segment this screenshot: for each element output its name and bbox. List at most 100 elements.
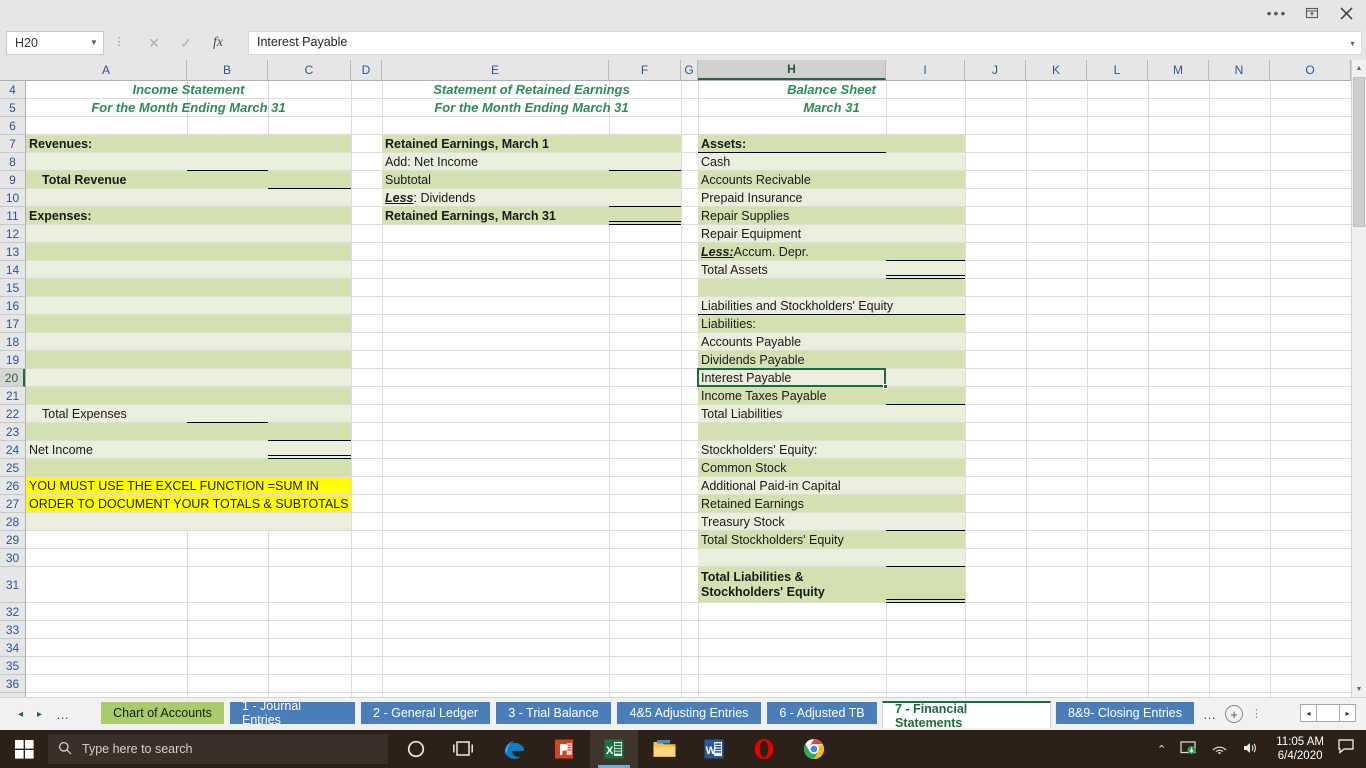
cell-accounts-receivable[interactable]: Accounts Recivable <box>698 171 886 188</box>
confirm-entry-icon[interactable]: ✓ <box>172 31 200 55</box>
row-header-12[interactable]: 12 <box>0 225 25 243</box>
row-header-4[interactable]: 4 <box>0 81 25 99</box>
expand-formula-bar-icon[interactable]: ▾ <box>1344 31 1362 55</box>
row-header-22[interactable]: 22 <box>0 405 25 423</box>
row-header-8[interactable]: 8 <box>0 153 25 171</box>
task-view-icon[interactable] <box>440 730 488 768</box>
hscroll-right-icon[interactable]: ▸ <box>1339 704 1356 722</box>
row-header-13[interactable]: 13 <box>0 243 25 261</box>
start-button-icon[interactable] <box>0 730 48 768</box>
cell-subtotal[interactable]: Subtotal <box>382 171 609 188</box>
cell-total-stockholders-equity[interactable]: Total Stockholders' Equity <box>698 531 886 548</box>
cell-retained-earnings-title[interactable]: Statement of Retained Earnings <box>382 81 681 98</box>
cell-less-accum-depr[interactable]: Less: Accum. Depr. <box>698 243 886 260</box>
sheet-tab-1-journal-entries[interactable]: 1 - Journal Entries <box>229 701 356 725</box>
row-header-31[interactable]: 31 <box>0 567 25 603</box>
row-header-10[interactable]: 10 <box>0 189 25 207</box>
cell-total-liabilities-and-se[interactable]: Total Liabilities & Stockholders' Equity <box>698 567 886 602</box>
column-header-b[interactable]: B <box>187 60 268 80</box>
row-header-5[interactable]: 5 <box>0 99 25 117</box>
column-header-g[interactable]: G <box>681 60 698 80</box>
sheet-tab-3-trial-balance[interactable]: 3 - Trial Balance <box>495 701 612 725</box>
column-header-d[interactable]: D <box>351 60 382 80</box>
column-header-c[interactable]: C <box>268 60 351 80</box>
row-header-14[interactable]: 14 <box>0 261 25 279</box>
fill-handle[interactable] <box>883 384 888 389</box>
cell-retained-earnings[interactable]: Retained Earnings <box>698 495 886 512</box>
volume-icon[interactable] <box>1235 741 1266 758</box>
sheet-tab-6-adjusted-tb[interactable]: 6 - Adjusted TB <box>766 701 878 725</box>
row-header-16[interactable]: 16 <box>0 297 25 315</box>
column-header-o[interactable]: O <box>1270 60 1351 80</box>
scroll-up-icon[interactable]: ▲ <box>1352 60 1366 76</box>
row-header-30[interactable]: 30 <box>0 549 25 567</box>
row-header-6[interactable]: 6 <box>0 117 25 135</box>
onedrive-icon[interactable] <box>1173 740 1204 758</box>
cell-retained-earnings-subtitle[interactable]: For the Month Ending March 31 <box>382 99 681 116</box>
row-header-23[interactable]: 23 <box>0 423 25 441</box>
cell-balance-sheet-title[interactable]: Balance Sheet <box>698 81 965 98</box>
column-header-e[interactable]: E <box>382 60 609 80</box>
cell-assets-label[interactable]: Assets: <box>698 135 886 152</box>
cell-income-statement-subtitle[interactable]: For the Month Ending March 31 <box>26 99 351 116</box>
cell-revenues-label[interactable]: Revenues: <box>26 135 187 152</box>
cell-accounts-payable[interactable]: Accounts Payable <box>698 333 886 350</box>
cell-total-liabilities[interactable]: Total Liabilities <box>698 405 886 422</box>
hscroll-left-icon[interactable]: ◂ <box>1300 704 1317 722</box>
cancel-entry-icon[interactable]: ✕ <box>140 31 168 55</box>
more-options-icon[interactable]: ••• <box>1262 0 1292 26</box>
row-header-25[interactable]: 25 <box>0 459 25 477</box>
column-header-n[interactable]: N <box>1209 60 1270 80</box>
sheet-nav-first-icon[interactable]: ◂ <box>18 709 23 720</box>
edge-icon[interactable] <box>490 730 538 768</box>
column-header-l[interactable]: L <box>1087 60 1148 80</box>
row-header-17[interactable]: 17 <box>0 315 25 333</box>
row-header-24[interactable]: 24 <box>0 441 25 459</box>
cell-sum-note-line2[interactable]: ORDER TO DOCUMENT YOUR TOTALS & SUBTOTAL… <box>26 495 351 512</box>
cell-retained-earnings-march31[interactable]: Retained Earnings, March 31 <box>382 207 609 224</box>
powerpoint-icon[interactable] <box>540 730 588 768</box>
cell-less-dividends[interactable]: Less: Dividends <box>382 189 609 206</box>
sheet-tabs-kebab-icon[interactable]: ⋮ <box>1251 707 1262 720</box>
cell-area[interactable]: Income StatementFor the Month Ending Mar… <box>26 81 1351 697</box>
cell-common-stock[interactable]: Common Stock <box>698 459 886 476</box>
sheet-tab-8-9-closing-entries[interactable]: 8&9- Closing Entries <box>1055 701 1195 725</box>
restore-down-icon[interactable] <box>1298 0 1326 26</box>
column-header-a[interactable]: A <box>26 60 187 80</box>
cell-expenses-label[interactable]: Expenses: <box>26 207 187 224</box>
cell-net-income-label[interactable]: Net Income <box>26 441 187 458</box>
row-header-28[interactable]: 28 <box>0 513 25 531</box>
row-header-15[interactable]: 15 <box>0 279 25 297</box>
taskbar-clock[interactable]: 11:05 AM 6/4/2020 <box>1266 735 1334 763</box>
cell-total-expenses-label[interactable]: Total Expenses <box>26 405 187 422</box>
vertical-scroll-thumb[interactable] <box>1353 77 1365 227</box>
row-header-7[interactable]: 7 <box>0 135 25 153</box>
cell-repair-equipment[interactable]: Repair Equipment <box>698 225 886 242</box>
add-sheet-icon[interactable]: + <box>1225 705 1243 723</box>
cell-treasury-stock[interactable]: Treasury Stock <box>698 513 886 530</box>
cell-dividends-payable[interactable]: Dividends Payable <box>698 351 886 368</box>
name-box[interactable]: H20 ▼ <box>6 31 104 55</box>
close-icon[interactable] <box>1332 0 1360 26</box>
row-header-19[interactable]: 19 <box>0 351 25 369</box>
opera-icon[interactable] <box>740 730 788 768</box>
chevron-down-icon[interactable]: ▼ <box>85 32 103 54</box>
cell-income-statement-title[interactable]: Income Statement <box>26 81 351 98</box>
cell-repair-supplies[interactable]: Repair Supplies <box>698 207 886 224</box>
row-header-33[interactable]: 33 <box>0 621 25 639</box>
cell-income-taxes-payable[interactable]: Income Taxes Payable <box>698 387 886 404</box>
scroll-down-icon[interactable]: ▼ <box>1352 681 1366 697</box>
cortana-icon[interactable] <box>392 730 440 768</box>
column-header-i[interactable]: I <box>886 60 965 80</box>
cell-liabilities-label[interactable]: Liabilities: <box>698 315 886 332</box>
tray-expand-icon[interactable]: ⌃ <box>1150 743 1173 756</box>
row-header-36[interactable]: 36 <box>0 675 25 693</box>
row-header-26[interactable]: 26 <box>0 477 25 495</box>
cell-sum-note-line1[interactable]: YOU MUST USE THE EXCEL FUNCTION =SUM IN <box>26 477 351 494</box>
word-icon[interactable]: W <box>690 730 738 768</box>
formula-input[interactable]: Interest Payable <box>248 31 1344 55</box>
column-header-m[interactable]: M <box>1148 60 1209 80</box>
column-header-f[interactable]: F <box>609 60 681 80</box>
row-header-29[interactable]: 29 <box>0 531 25 549</box>
column-header-h[interactable]: H <box>698 60 886 80</box>
